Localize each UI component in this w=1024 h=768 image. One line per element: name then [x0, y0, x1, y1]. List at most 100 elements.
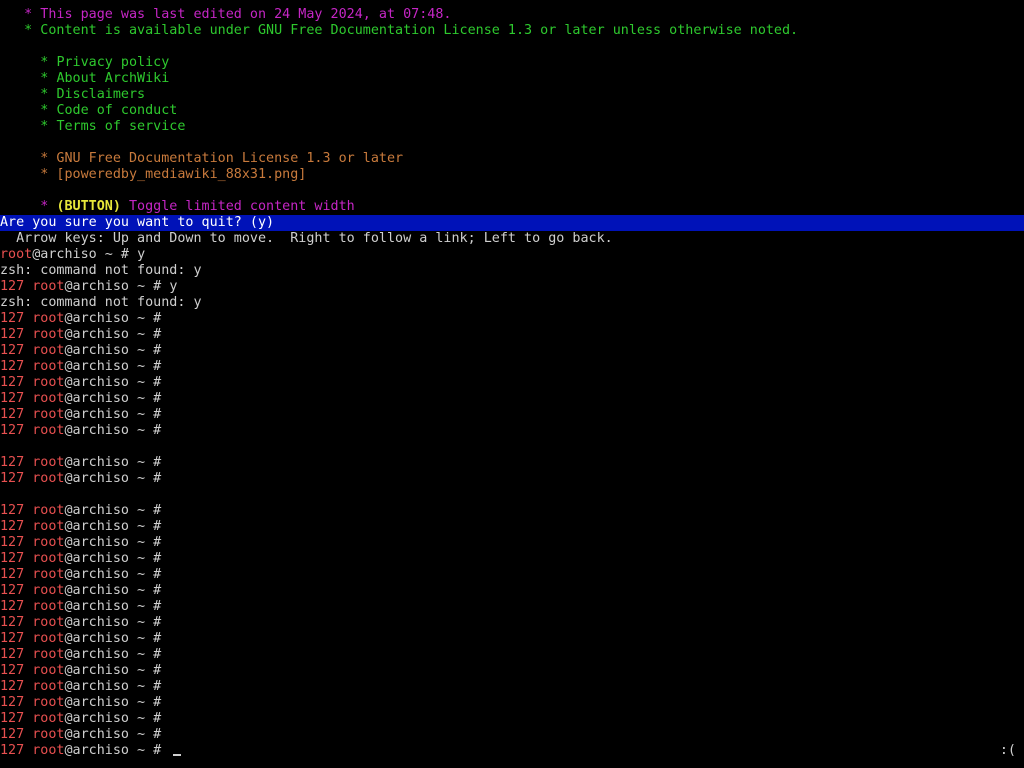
- link-poweredby-image[interactable]: * [poweredby_mediawiki_88x31.png]: [0, 167, 1024, 183]
- exit-code: 127: [0, 391, 33, 406]
- link-label[interactable]: Code of conduct: [56, 103, 177, 118]
- prompt-host: @archiso ~ #: [32, 247, 138, 262]
- prompt-host: @archiso ~ #: [64, 679, 170, 694]
- prompt-host: @archiso ~ #: [64, 567, 170, 582]
- prompt-host: @archiso ~ #: [64, 343, 170, 358]
- bullet: *: [0, 103, 57, 118]
- exit-code: 127: [0, 311, 33, 326]
- exit-code: 127: [0, 743, 33, 758]
- exit-code: 127: [0, 279, 33, 294]
- prompt-host: @archiso ~ #: [64, 743, 170, 758]
- exit-code: 127: [0, 615, 33, 630]
- shell-output: root@archiso ~ # y zsh: command not found…: [0, 247, 1024, 759]
- prompt-user: root: [32, 471, 65, 486]
- shell-prompt-line: 127 root@archiso ~ #: [0, 375, 1024, 391]
- exit-code: 127: [0, 455, 33, 470]
- bullet: *: [0, 55, 57, 70]
- link-gfdl[interactable]: * GNU Free Documentation License 1.3 or …: [0, 151, 1024, 167]
- shell-prompt-line: 127 root@archiso ~ #: [0, 711, 1024, 727]
- shell-prompt-line: 127 root@archiso ~ #: [0, 327, 1024, 343]
- exit-code: 127: [0, 327, 33, 342]
- prompt-host: @archiso ~ #: [64, 583, 170, 598]
- shell-prompt-line: 127 root@archiso ~ #: [0, 695, 1024, 711]
- exit-code: 127: [0, 359, 33, 374]
- prompt-host: @archiso ~ #: [64, 359, 170, 374]
- exit-code: 127: [0, 599, 33, 614]
- button-tag[interactable]: (BUTTON): [56, 199, 121, 214]
- exit-code: 127: [0, 567, 33, 582]
- shell-prompt-line: 127 root@archiso ~ #: [0, 631, 1024, 647]
- shell-prompt-line: 127 root@archiso ~ #: [0, 727, 1024, 743]
- link-label[interactable]: Terms of service: [56, 119, 185, 134]
- exit-code: 127: [0, 343, 33, 358]
- toggle-label[interactable]: Toggle limited content width: [121, 199, 355, 214]
- prompt-user: root: [32, 551, 65, 566]
- prompt-user: root: [32, 615, 65, 630]
- exit-code: 127: [0, 583, 33, 598]
- prompt-host: @archiso ~ #: [64, 391, 170, 406]
- shell-prompt-line: 127 root@archiso ~ #: [0, 663, 1024, 679]
- prompt-host: @archiso ~ #: [64, 599, 170, 614]
- shell-prompt-line: 127 root@archiso ~ # :(: [0, 743, 1024, 759]
- prompt-user: root: [32, 455, 65, 470]
- prompt-user: root: [32, 663, 65, 678]
- link-label[interactable]: Disclaimers: [56, 87, 145, 102]
- shell-prompt-line: 127 root@archiso ~ #: [0, 503, 1024, 519]
- prompt-host: @archiso ~ #: [64, 647, 170, 662]
- toggle-content-width[interactable]: * (BUTTON) Toggle limited content width: [0, 199, 1024, 215]
- shell-prompt-line: 127 root@archiso ~ #: [0, 583, 1024, 599]
- exit-code: 127: [0, 551, 33, 566]
- shell-prompt-line: 127 root@archiso ~ #: [0, 455, 1024, 471]
- prompt-user: root: [32, 359, 65, 374]
- link-label[interactable]: About ArchWiki: [56, 71, 169, 86]
- bullet: *: [0, 119, 57, 134]
- link-label[interactable]: Privacy policy: [56, 55, 169, 70]
- prompt-user: root: [32, 343, 65, 358]
- exit-code: 127: [0, 407, 33, 422]
- prompt-user: root: [32, 695, 65, 710]
- exit-code: 127: [0, 711, 33, 726]
- prompt-host: @archiso ~ #: [64, 663, 170, 678]
- exit-code: 127: [0, 631, 33, 646]
- exit-code: 127: [0, 375, 33, 390]
- shell-prompt-line: 127 root@archiso ~ #: [0, 551, 1024, 567]
- prompt-user: root: [32, 375, 65, 390]
- link-about-archwiki[interactable]: * About ArchWiki: [0, 71, 1024, 87]
- text-cursor: [173, 754, 182, 756]
- last-edited-text: * This page was last edited on 24 May 20…: [0, 7, 452, 22]
- link-privacy-policy[interactable]: * Privacy policy: [0, 55, 1024, 71]
- shell-prompt-line: 127 root@archiso ~ #: [0, 407, 1024, 423]
- prompt-user: root: [32, 727, 65, 742]
- terminal-screen[interactable]: * This page was last edited on 24 May 20…: [0, 7, 1024, 759]
- prompt-user: root: [32, 567, 65, 582]
- shell-prompt-line: 127 root@archiso ~ #: [0, 423, 1024, 439]
- link-terms-of-service[interactable]: * Terms of service: [0, 119, 1024, 135]
- link-code-of-conduct[interactable]: * Code of conduct: [0, 103, 1024, 119]
- prompt-host: @archiso ~ #: [64, 471, 170, 486]
- prompt-user: root: [32, 423, 65, 438]
- shell-prompt-line: 127 root@archiso ~ #: [0, 535, 1024, 551]
- shell-prompt-line: root@archiso ~ # y: [0, 247, 1024, 263]
- shell-prompt-line: 127 root@archiso ~ #: [0, 391, 1024, 407]
- prompt-user: root: [32, 647, 65, 662]
- shell-prompt-line: 127 root@archiso ~ #: [0, 567, 1024, 583]
- content-license-text: * Content is available under GNU Free Do…: [0, 23, 799, 38]
- prompt-command: y: [169, 279, 178, 294]
- prompt-user: root: [32, 599, 65, 614]
- prompt-host: @archiso ~ #: [64, 423, 170, 438]
- prompt-host: @archiso ~ #: [64, 631, 170, 646]
- link-disclaimers[interactable]: * Disclaimers: [0, 87, 1024, 103]
- prompt-host: @archiso ~ #: [64, 695, 170, 710]
- prompt-host: @archiso ~ #: [64, 727, 170, 742]
- prompt-user: root: [32, 407, 65, 422]
- shell-prompt-line: 127 root@archiso ~ #: [0, 359, 1024, 375]
- prompt-user: root: [32, 679, 65, 694]
- bullet: *: [0, 71, 57, 86]
- prompt-command: y: [137, 247, 146, 262]
- prompt-host: @archiso ~ #: [64, 375, 170, 390]
- shell-prompt-line: 127 root@archiso ~ #: [0, 647, 1024, 663]
- prompt-user: root: [32, 583, 65, 598]
- prompt-user: root: [32, 391, 65, 406]
